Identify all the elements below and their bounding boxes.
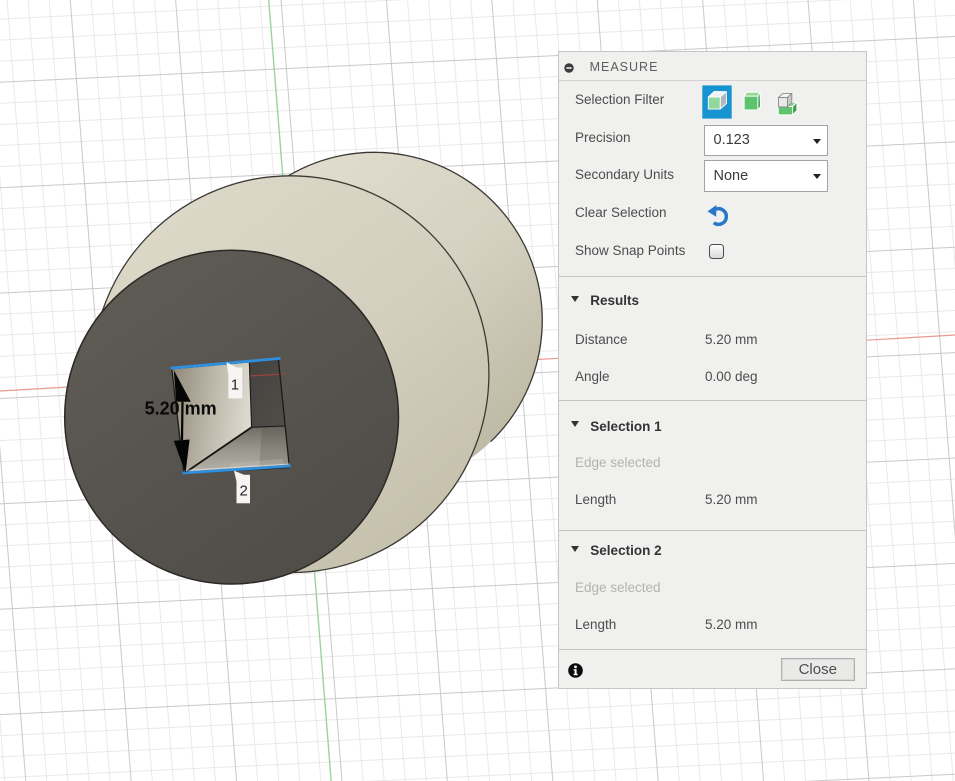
svg-text:1: 1 [231,377,239,394]
svg-text:2: 2 [240,483,248,500]
svg-text:5.20 mm: 5.20 mm [145,399,217,419]
